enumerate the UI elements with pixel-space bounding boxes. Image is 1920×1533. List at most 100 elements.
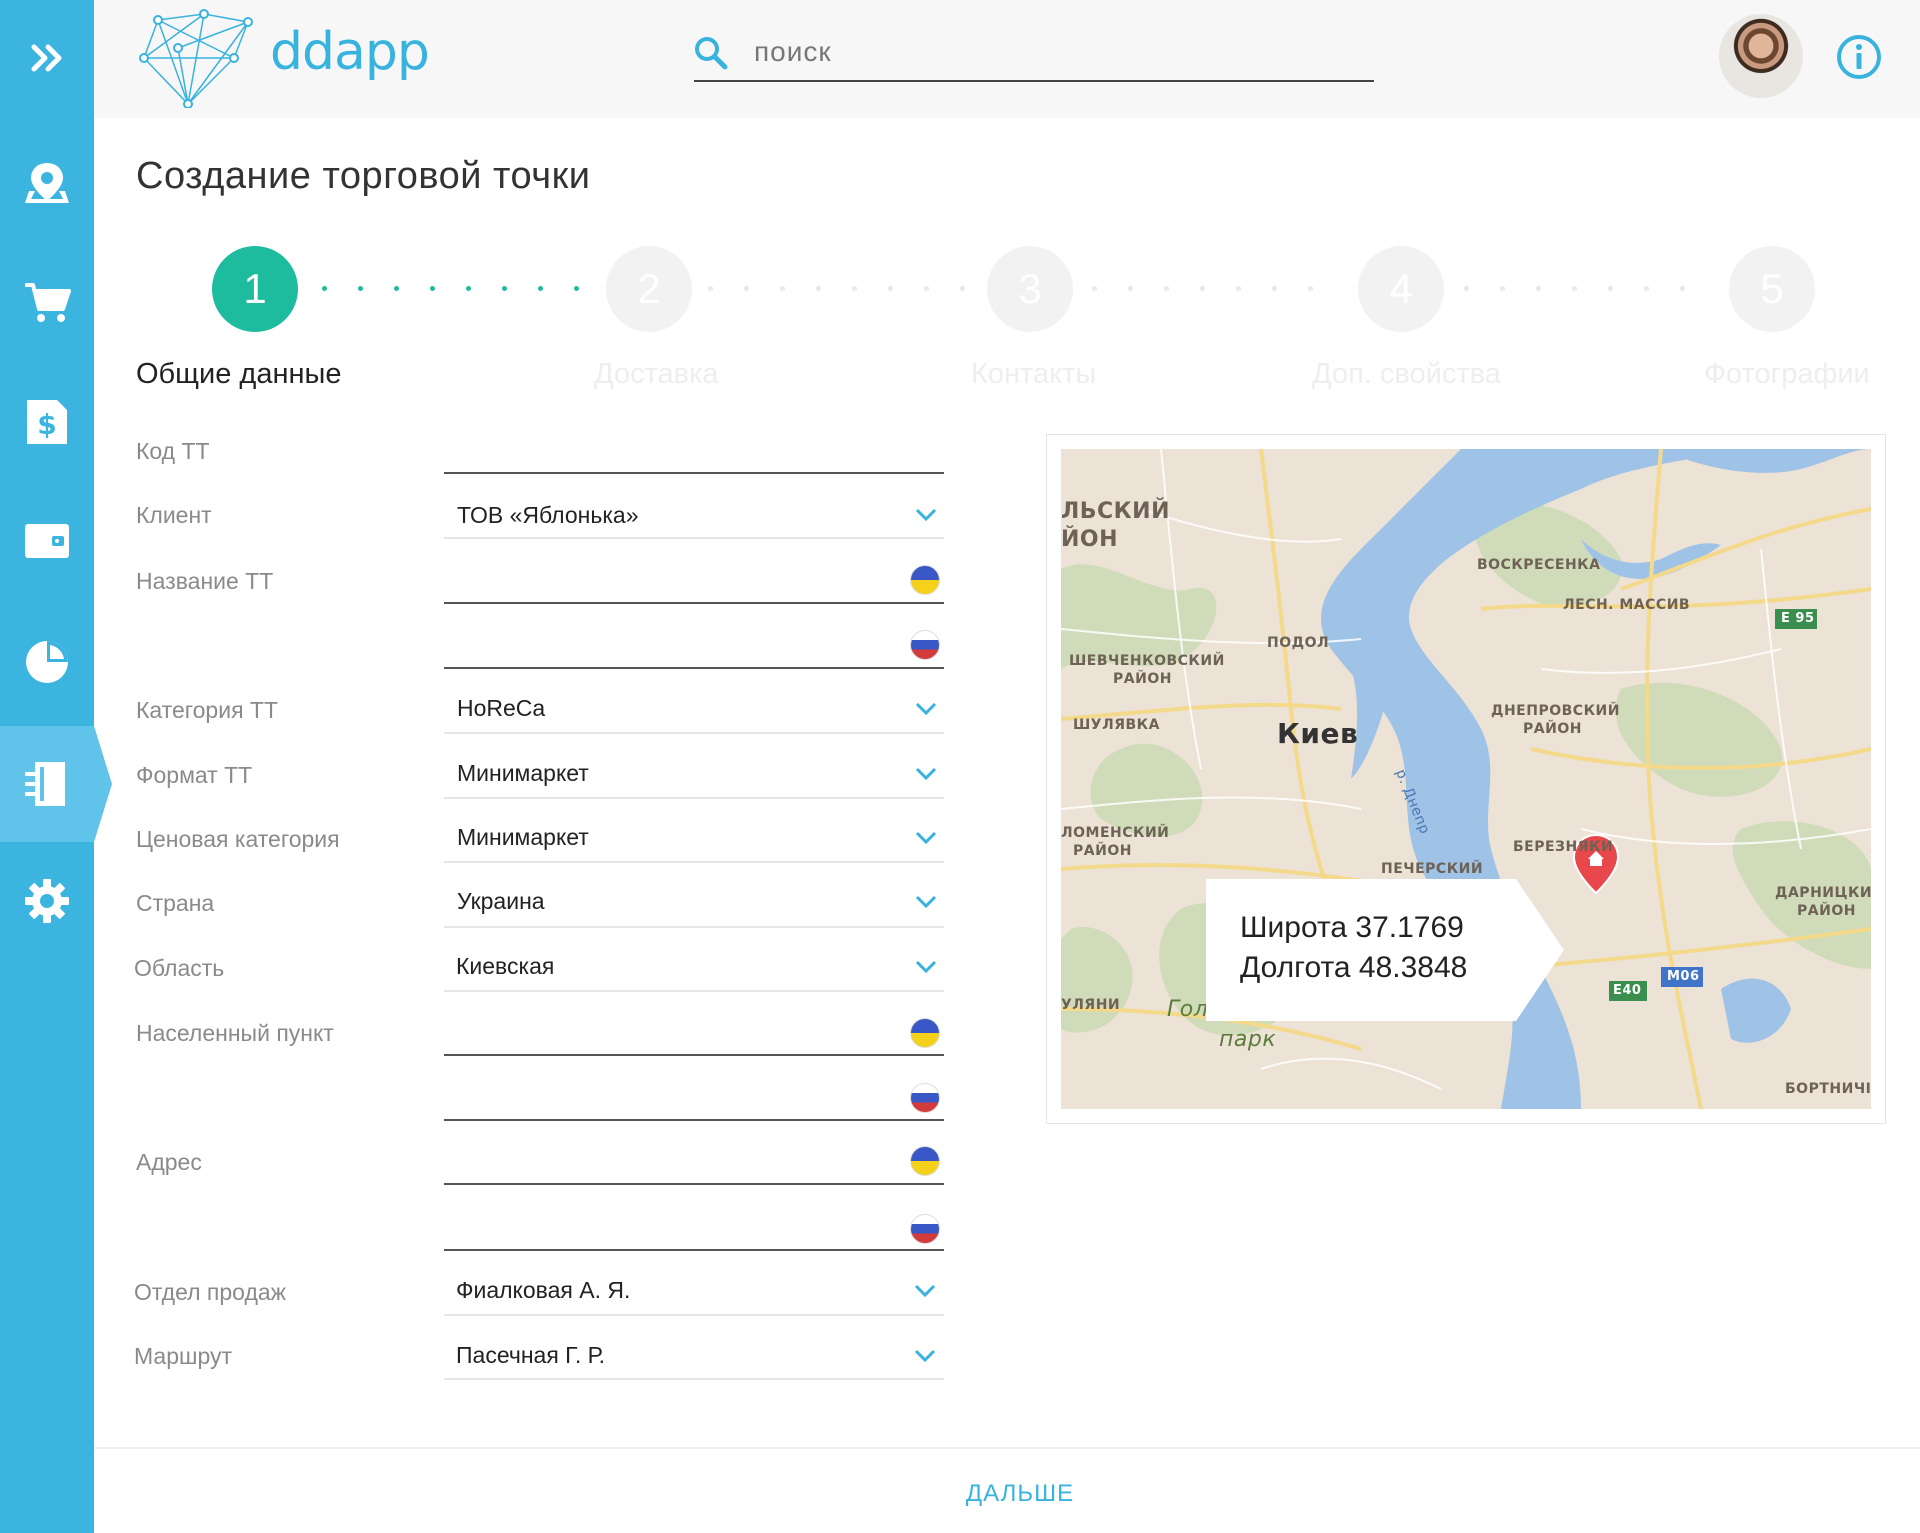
map-label: ЙОН <box>1061 527 1119 552</box>
invoice-icon: $ <box>27 400 67 444</box>
step-2-label[interactable]: Доставка <box>594 358 719 391</box>
step-2-circle[interactable]: 2 <box>606 246 692 332</box>
format-select[interactable]: Минимаркет <box>457 760 589 787</box>
map-road-shield: E 95 <box>1781 611 1815 626</box>
country-select-underline <box>444 926 944 928</box>
price-category-select[interactable]: Минимаркет <box>457 824 589 851</box>
field-label-sales-dept: Отдел продаж <box>134 1279 287 1305</box>
field-label-client: Клиент <box>136 502 212 528</box>
map-label: БОРТНИЧІ <box>1785 1081 1871 1097</box>
step-5-label[interactable]: Фотографии <box>1704 358 1870 391</box>
chevron-down-icon[interactable] <box>915 702 937 716</box>
info-icon[interactable] <box>1836 34 1882 80</box>
ukrainian-flag-icon <box>910 1018 940 1048</box>
chevron-down-icon[interactable] <box>915 508 937 522</box>
step-5-circle[interactable]: 5 <box>1729 246 1815 332</box>
map-road-shield: М06 <box>1667 969 1700 984</box>
chevron-down-icon[interactable] <box>915 960 937 974</box>
pie-chart-icon <box>26 641 68 683</box>
map-label: РАЙОН <box>1113 671 1172 687</box>
step-3-circle[interactable]: 3 <box>987 246 1073 332</box>
sidebar-item-outlets[interactable] <box>0 726 112 842</box>
map-label: ШУЛЯВКА <box>1073 717 1160 733</box>
route-select[interactable]: Пасечная Г. Р. <box>456 1342 605 1369</box>
sidebar-item-finance[interactable]: $ <box>0 364 94 480</box>
search-input[interactable] <box>754 32 1354 72</box>
category-select-underline <box>444 732 944 734</box>
sales-dept-select-underline <box>444 1314 944 1316</box>
russian-flag-icon <box>910 1083 940 1113</box>
address-field-ru-underline <box>444 1249 944 1251</box>
sidebar-item-orders[interactable] <box>0 245 94 361</box>
map-label: ВОСКРЕСЕНКА <box>1477 557 1601 573</box>
chevron-down-icon[interactable] <box>915 767 937 781</box>
page-title: Создание торговой точки <box>136 155 591 197</box>
field-label-price-category: Ценовая категория <box>136 826 340 852</box>
chevron-down-icon[interactable] <box>914 1284 936 1298</box>
client-select[interactable]: ТОВ «Яблонька» <box>457 502 638 529</box>
map-label: ЛОМЕНСКИЙ <box>1061 825 1170 841</box>
chevron-down-icon[interactable] <box>915 895 937 909</box>
field-label-region: Область <box>134 955 225 981</box>
field-label-locality: Населенный пункт <box>136 1020 334 1046</box>
map-label: РАЙОН <box>1797 903 1856 919</box>
chevron-down-icon[interactable] <box>915 831 937 845</box>
map-label: ЛЕСН. МАССИВ <box>1563 597 1691 613</box>
chevron-down-icon[interactable] <box>914 1349 936 1363</box>
region-select[interactable]: Киевская <box>456 953 554 980</box>
step-4-circle[interactable]: 4 <box>1358 246 1444 332</box>
locality-field-ru-underline <box>444 1119 944 1121</box>
step-3-label[interactable]: Контакты <box>971 358 1096 391</box>
step-1-label[interactable]: Общие данные <box>136 358 341 391</box>
longitude-text: Долгота 48.3848 <box>1240 951 1468 984</box>
field-label-country: Страна <box>136 890 215 916</box>
category-select[interactable]: HoReCa <box>457 695 545 722</box>
field-label-code: Код ТТ <box>136 438 210 464</box>
expand-icon <box>31 44 62 72</box>
map-label: ДНЕПРОВСКИЙ <box>1491 703 1620 719</box>
sidebar-item-reports[interactable] <box>0 604 94 720</box>
sidebar-item-map[interactable] <box>0 125 94 241</box>
name-field-ua-underline <box>444 602 944 604</box>
avatar[interactable] <box>1719 14 1803 98</box>
country-select[interactable]: Украина <box>457 888 545 915</box>
map-road-shield: E40 <box>1613 983 1642 998</box>
map-label: БЕРЕЗНЯКИ <box>1513 839 1614 855</box>
russian-flag-icon <box>910 630 940 660</box>
sidebar-item-settings[interactable] <box>0 843 94 959</box>
field-label-address: Адрес <box>136 1149 202 1175</box>
map-label: РАЙОН <box>1523 721 1582 737</box>
coordinates-popup: Широта 37.1769 Долгота 48.3848 <box>1206 879 1564 1021</box>
sales-dept-select[interactable]: Фиалковая А. Я. <box>456 1277 630 1304</box>
field-label-category: Категория ТТ <box>136 697 279 723</box>
search-icon[interactable] <box>694 36 728 70</box>
map-pin-icon <box>25 163 69 203</box>
russian-flag-icon <box>910 1214 940 1244</box>
latitude-text: Широта 37.1769 <box>1240 911 1464 944</box>
map-label: ШЕВЧЕНКОВСКИЙ <box>1069 653 1225 669</box>
footer-divider <box>94 1447 1920 1449</box>
field-label-name: Название ТТ <box>136 568 274 594</box>
map-label: РАЙОН <box>1073 843 1132 859</box>
code-field-underline <box>444 472 944 474</box>
region-select-underline <box>444 990 944 992</box>
route-select-underline <box>444 1378 944 1380</box>
map-label: Гол <box>1167 997 1209 1022</box>
map-city-label: Киев <box>1277 717 1359 750</box>
ukrainian-flag-icon <box>910 1146 940 1176</box>
map-label: ПОДОЛ <box>1267 635 1330 651</box>
map[interactable]: ЛЬСКИЙ ЙОН ВОСКРЕСЕНКА ЛЕСН. МАССИВ ПОДО… <box>1061 449 1871 1109</box>
price-category-select-underline <box>444 861 944 863</box>
app-logo[interactable]: ddapp <box>138 8 430 108</box>
sidebar: $ <box>0 0 112 1533</box>
sidebar-item-wallet[interactable] <box>0 483 94 599</box>
top-header: ddapp <box>94 0 1920 118</box>
svg-text:$: $ <box>37 408 56 441</box>
ukrainian-flag-icon <box>910 565 940 595</box>
map-label: ДАРНИЦКИ <box>1775 885 1871 901</box>
sidebar-expand-button[interactable] <box>0 0 94 116</box>
step-1-circle[interactable]: 1 <box>212 246 298 332</box>
next-button[interactable]: ДАЛЬШЕ <box>960 1476 1080 1512</box>
field-label-route: Маршрут <box>134 1343 233 1369</box>
step-4-label[interactable]: Доп. свойства <box>1312 358 1501 391</box>
